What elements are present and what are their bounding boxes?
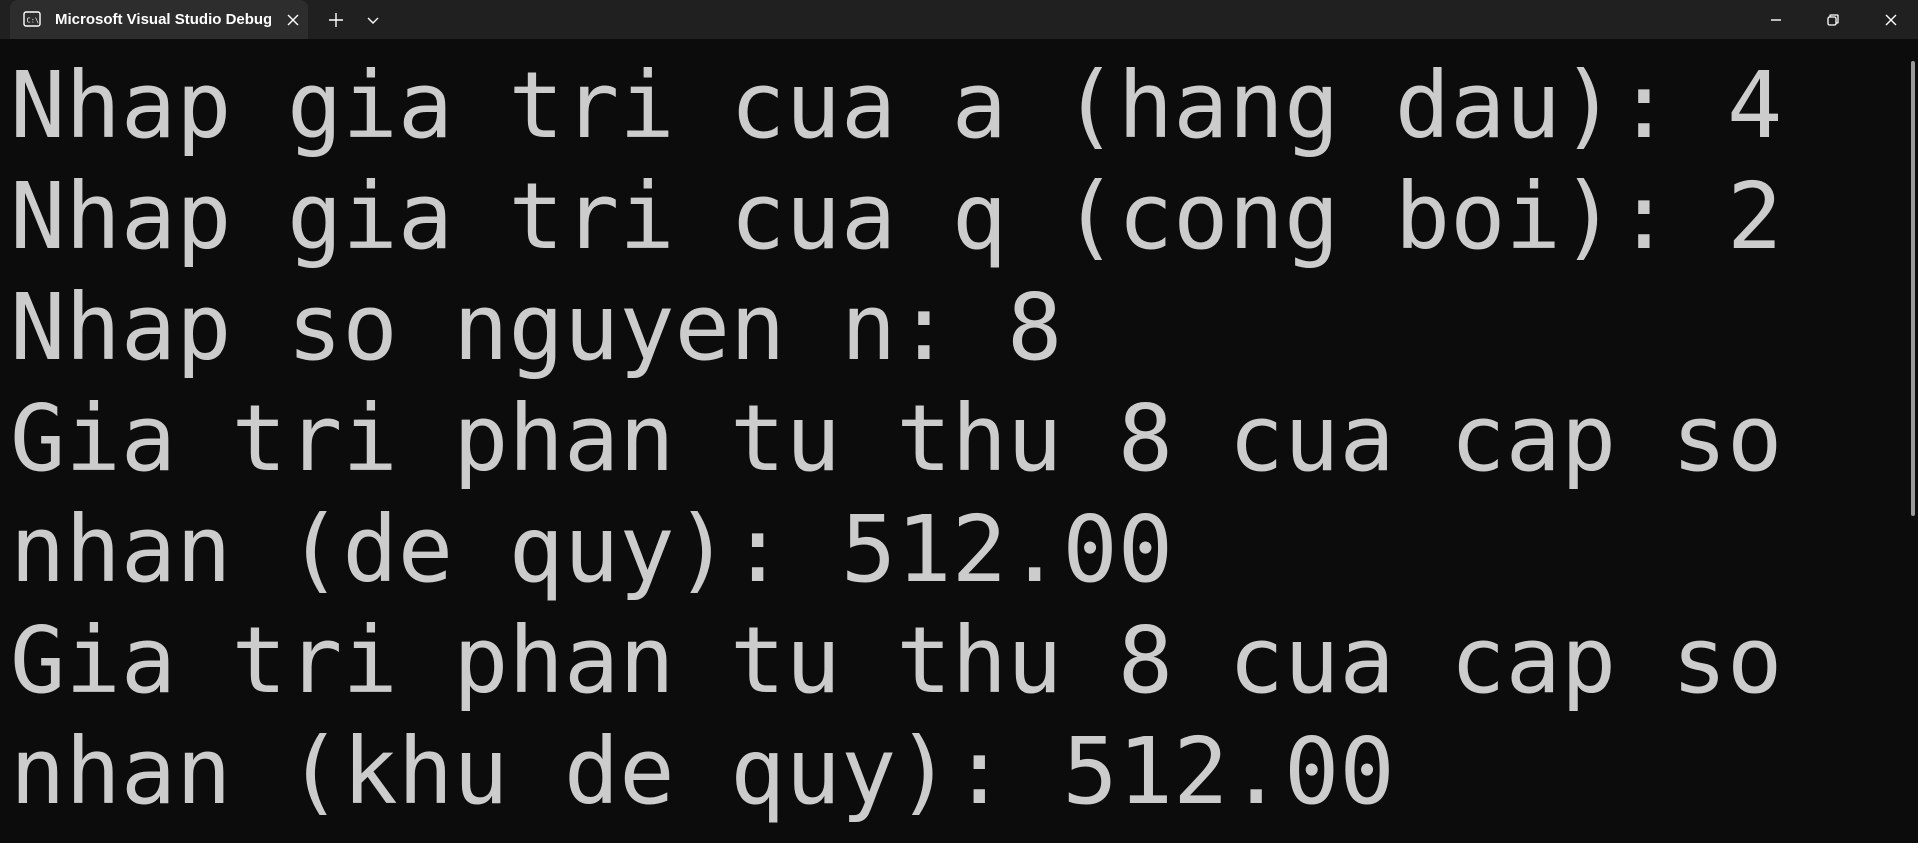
console-line: nhan (de quy): 512.00 bbox=[10, 496, 1174, 603]
close-icon[interactable] bbox=[284, 11, 302, 29]
console-line: Gia tri phan tu thu 8 cua cap so bbox=[10, 385, 1783, 492]
console-line: Nhap gia tri cua a (hang dau): 4 bbox=[10, 52, 1783, 159]
minimize-button[interactable] bbox=[1750, 0, 1800, 39]
console-line: Nhap so nguyen n: 8 bbox=[10, 274, 1063, 381]
console-line: Gia tri phan tu thu 8 cua cap so bbox=[10, 607, 1783, 714]
restore-icon bbox=[1827, 14, 1839, 26]
close-window-icon bbox=[1885, 14, 1897, 26]
close-window-button[interactable] bbox=[1865, 0, 1915, 39]
minimize-icon bbox=[1771, 19, 1781, 21]
console-line: nhan (khu de quy): 512.00 bbox=[10, 718, 1395, 825]
restore-button[interactable] bbox=[1807, 0, 1857, 39]
console-output[interactable]: Nhap gia tri cua a (hang dau): 4 Nhap gi… bbox=[0, 39, 1908, 843]
terminal-window: C:\ Microsoft Visual Studio Debug Consol… bbox=[0, 0, 1918, 843]
plus-icon[interactable] bbox=[325, 9, 347, 31]
svg-text:C:\: C:\ bbox=[27, 17, 40, 25]
title-bar: C:\ Microsoft Visual Studio Debug Consol… bbox=[0, 0, 1918, 39]
chevron-down-icon[interactable] bbox=[364, 11, 382, 29]
vertical-scrollbar[interactable] bbox=[1908, 39, 1918, 843]
console-app-icon: C:\ bbox=[23, 11, 41, 27]
tab-title: Microsoft Visual Studio Debug Console bbox=[55, 11, 271, 28]
tab-debug-console[interactable]: C:\ Microsoft Visual Studio Debug Consol… bbox=[10, 0, 308, 39]
scrollbar-thumb[interactable] bbox=[1911, 61, 1915, 516]
console-line: Nhap gia tri cua q (cong boi): 2 bbox=[10, 163, 1783, 270]
